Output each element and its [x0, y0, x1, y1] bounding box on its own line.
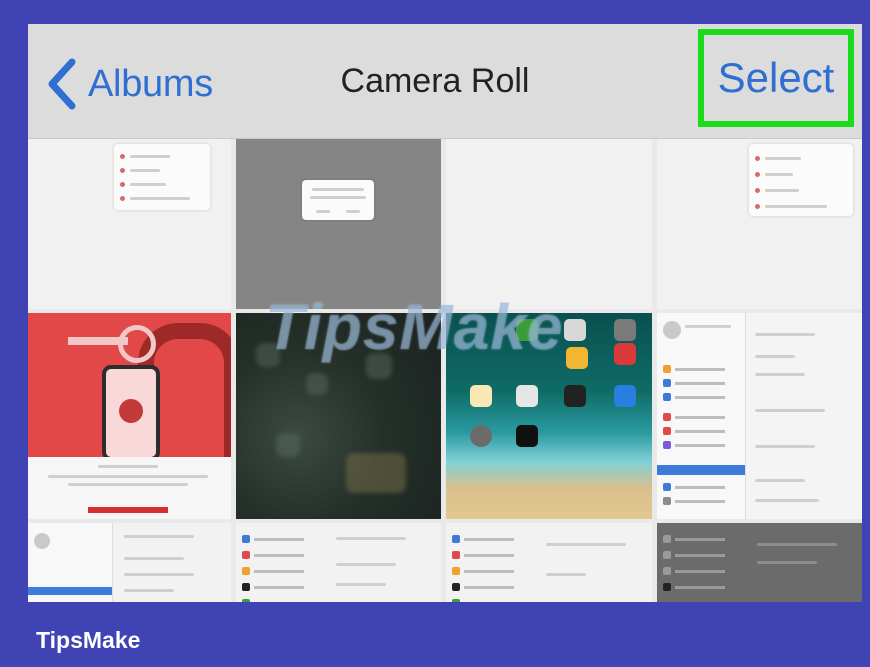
- photo-thumbnail[interactable]: [28, 138, 231, 309]
- albums-back-button[interactable]: Albums: [42, 54, 213, 114]
- photo-grid: [28, 138, 862, 602]
- photo-thumbnail[interactable]: [28, 523, 231, 602]
- brand-label: TipsMake: [36, 627, 141, 653]
- photo-thumbnail[interactable]: [657, 138, 862, 309]
- nav-bar: Albums Camera Roll Select: [28, 24, 862, 139]
- photo-thumbnail[interactable]: [446, 138, 652, 309]
- page-title-text: Camera Roll: [340, 62, 530, 100]
- photo-thumbnail[interactable]: [657, 523, 862, 602]
- photo-thumbnail[interactable]: [236, 523, 441, 602]
- phone-illustration: [102, 365, 160, 461]
- alert-preview: [302, 180, 374, 220]
- photo-thumbnail[interactable]: [236, 138, 441, 309]
- chevron-left-icon: [48, 58, 76, 110]
- watermark: TipsMake: [265, 291, 564, 363]
- popup-preview: [114, 144, 210, 210]
- popup-preview: [749, 144, 853, 216]
- photo-thumbnail[interactable]: [657, 313, 862, 519]
- photo-thumbnail[interactable]: [28, 313, 231, 519]
- select-button[interactable]: Select: [698, 29, 854, 127]
- back-label: Albums: [88, 62, 213, 105]
- photo-thumbnail[interactable]: [446, 523, 652, 602]
